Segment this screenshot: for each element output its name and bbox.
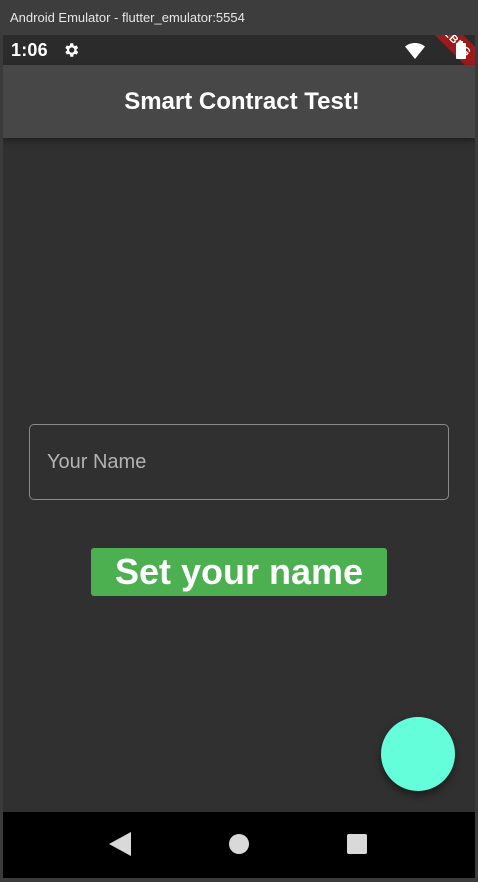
device-screen: 1:06 DEBUG Smart Contract Test! Set your… [3,35,475,878]
status-bar: 1:06 DEBUG [3,35,475,86]
navigation-bar [3,812,475,878]
home-icon[interactable] [229,834,249,854]
gear-icon [65,43,79,57]
status-time: 1:06 [11,40,48,60]
app-title: Smart Contract Test! [124,87,360,115]
emulator-title-bar: Android Emulator - flutter_emulator:5554 [0,0,478,35]
emulator-title: Android Emulator - flutter_emulator:5554 [10,10,245,25]
name-input[interactable] [45,449,448,475]
app-bar: Smart Contract Test! [3,65,475,138]
floating-action-button[interactable] [381,717,455,791]
recents-icon[interactable] [347,834,367,854]
name-field[interactable] [29,424,449,500]
battery-icon [456,41,466,59]
set-name-button[interactable]: Set your name [91,548,387,596]
wifi-icon [405,43,425,59]
back-icon[interactable] [109,832,131,856]
